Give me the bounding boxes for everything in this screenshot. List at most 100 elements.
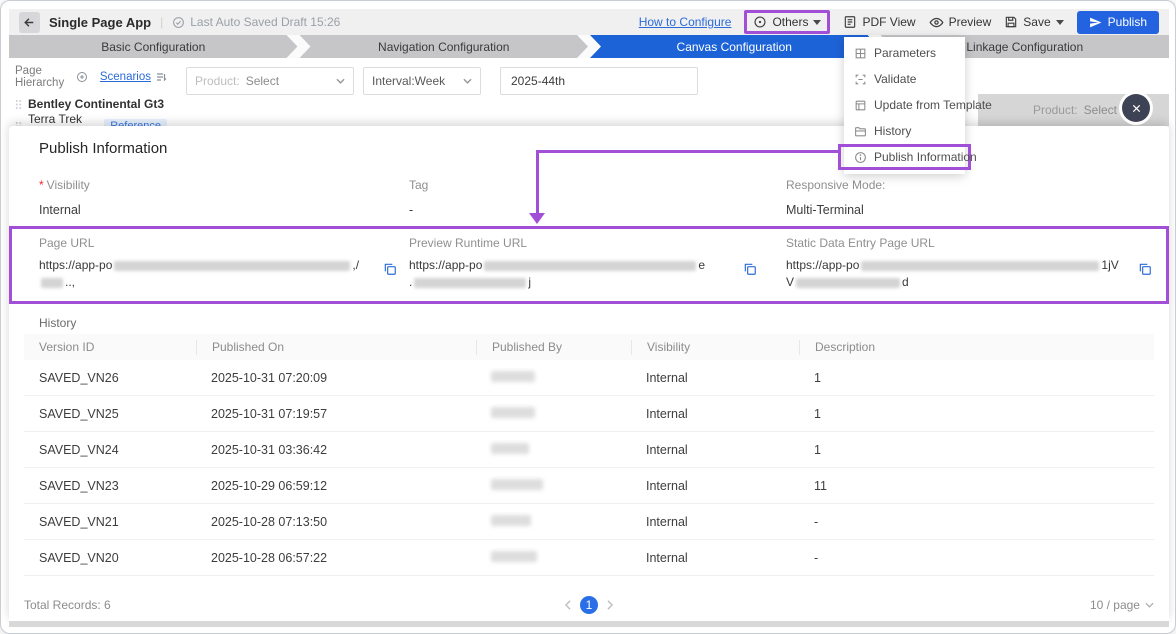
product-select[interactable]: Product: Select <box>186 67 354 95</box>
close-icon <box>1131 103 1142 114</box>
page-size-select[interactable]: 10 / page <box>1090 598 1154 612</box>
menu-item-update-from-template[interactable]: Update from Template <box>844 92 965 118</box>
drag-handle-icon[interactable] <box>15 99 22 110</box>
copy-icon[interactable] <box>1138 262 1152 281</box>
step-basic-configuration[interactable]: Basic Configuration <box>9 35 298 58</box>
chevron-down-icon <box>1145 602 1154 608</box>
menu-item-publish-information[interactable]: Publish Information <box>838 144 971 170</box>
static-data-entry-url-label: Static Data Entry Page URL <box>786 236 1152 250</box>
column-version-id: Version ID <box>24 340 196 355</box>
redacted-text <box>114 261 350 271</box>
settings-circle-icon <box>753 15 767 29</box>
title-separator: | <box>160 15 163 29</box>
table-row: SAVED_VN212025-10-28 07:13:50 Internal- <box>24 504 1154 540</box>
product-value: Select <box>1084 103 1117 117</box>
table-row: SAVED_VN262025-10-31 07:20:09 Internal1 <box>24 360 1154 396</box>
chevron-down-icon <box>336 78 345 84</box>
grid-icon <box>854 47 867 60</box>
workspace: Page Hierarchy Scenarios Bentley Contine… <box>9 58 1169 627</box>
page-bottom-strip <box>9 621 1169 627</box>
step-navigation-configuration[interactable]: Navigation Configuration <box>300 35 589 58</box>
how-to-configure-link[interactable]: How to Configure <box>639 15 732 29</box>
folder-icon <box>854 125 867 138</box>
app-window: Single Page App | Last Auto Saved Draft … <box>0 0 1176 634</box>
redacted-text <box>484 261 696 271</box>
top-toolbar: Single Page App | Last Auto Saved Draft … <box>9 9 1169 35</box>
next-page-icon[interactable] <box>606 600 614 610</box>
menu-item-validate[interactable]: Validate <box>844 66 965 92</box>
paper-plane-icon <box>1089 16 1102 29</box>
history-section-label: History <box>39 316 76 330</box>
step-canvas-configuration[interactable]: Canvas Configuration <box>590 35 879 58</box>
autosave-text: Last Auto Saved Draft 15:26 <box>190 15 340 29</box>
static-data-entry-url-field: Static Data Entry Page URL https://app-p… <box>786 236 1152 291</box>
redacted-text <box>861 261 1099 271</box>
page-url-field: Page URL https://app-po,/ .., <box>39 236 397 291</box>
pdf-view-button[interactable]: PDF View <box>843 15 915 29</box>
interval-select-value: Interval:Week <box>372 74 445 88</box>
table-header: Version ID Published On Published By Vis… <box>24 334 1154 360</box>
product-select-label: Product: <box>195 74 240 88</box>
responsive-mode-field: Responsive Mode: Multi-Terminal <box>786 178 1116 217</box>
back-button[interactable] <box>19 12 40 33</box>
pdf-view-label: PDF View <box>862 15 915 29</box>
close-button[interactable] <box>1122 94 1150 122</box>
redacted-text <box>41 278 63 288</box>
chevron-down-icon <box>463 78 472 84</box>
column-published-by: Published By <box>476 340 631 355</box>
visibility-label: Visibility <box>47 178 90 192</box>
publish-button[interactable]: Publish <box>1077 11 1159 34</box>
save-button[interactable]: Save <box>1004 15 1063 29</box>
menu-item-history[interactable]: History <box>844 118 965 144</box>
product-select-value: Select <box>246 74 279 88</box>
redacted-text <box>796 278 900 288</box>
validate-scan-icon <box>854 73 867 86</box>
page-number-button[interactable]: 1 <box>580 596 598 614</box>
preview-label: Preview <box>949 15 992 29</box>
others-button[interactable]: Others <box>744 10 830 34</box>
preview-runtime-url-value: https://app-poe .j <box>409 257 733 291</box>
tag-label: Tag <box>409 178 739 192</box>
page-title: Single Page App <box>49 15 151 30</box>
autosave-status: Last Auto Saved Draft 15:26 <box>172 15 340 29</box>
pagination-bar: Total Records: 6 1 10 / page <box>24 592 1154 618</box>
preview-runtime-url-label: Preview Runtime URL <box>409 236 757 250</box>
copy-icon[interactable] <box>383 262 397 281</box>
table-row: SAVED_VN202025-10-28 06:57:22 Internal- <box>24 540 1154 576</box>
column-published-on: Published On <box>196 340 476 355</box>
copy-icon[interactable] <box>743 262 757 281</box>
template-icon <box>854 99 867 112</box>
menu-item-parameters[interactable]: Parameters <box>844 40 965 66</box>
tag-value: - <box>409 203 739 217</box>
page-hierarchy-label: Page Hierarchy <box>15 65 72 89</box>
visibility-field: *Visibility Internal <box>39 178 369 217</box>
redacted-text <box>491 407 535 418</box>
back-arrow-icon <box>23 16 36 29</box>
page-url-value: https://app-po,/ .., <box>39 257 373 291</box>
check-circle-icon <box>172 16 185 29</box>
static-data-entry-url-value: https://app-po1jV Vd <box>786 257 1128 291</box>
preview-button[interactable]: Preview <box>929 15 992 30</box>
redacted-text <box>491 551 537 562</box>
scenarios-link[interactable]: Scenarios <box>100 71 151 83</box>
plus-circle-icon[interactable] <box>76 71 88 83</box>
configuration-steps: Basic Configuration Navigation Configura… <box>9 35 1169 58</box>
required-marker: * <box>39 178 44 192</box>
week-field <box>500 67 698 95</box>
redacted-text <box>414 278 526 288</box>
visibility-value: Internal <box>39 203 369 217</box>
table-row: SAVED_VN252025-10-31 07:19:57 Internal1 <box>24 396 1154 432</box>
responsive-mode-value: Multi-Terminal <box>786 203 1116 217</box>
url-section-highlight: Page URL https://app-po,/ .., Preview Ru… <box>9 226 1169 304</box>
table-row: SAVED_VN242025-10-31 03:36:42 Internal1 <box>24 432 1154 468</box>
history-table: Version ID Published On Published By Vis… <box>24 334 1154 576</box>
week-input[interactable] <box>509 73 689 89</box>
redacted-text <box>491 515 531 526</box>
responsive-mode-label: Responsive Mode: <box>786 178 1116 192</box>
interval-select[interactable]: Interval:Week <box>363 67 481 95</box>
previous-page-icon[interactable] <box>564 600 572 610</box>
total-records-label: Total Records: 6 <box>24 598 111 612</box>
table-row: SAVED_VN232025-10-29 06:59:12 Internal11 <box>24 468 1154 504</box>
chevron-down-icon <box>813 20 821 29</box>
list-view-icon[interactable] <box>155 71 167 83</box>
